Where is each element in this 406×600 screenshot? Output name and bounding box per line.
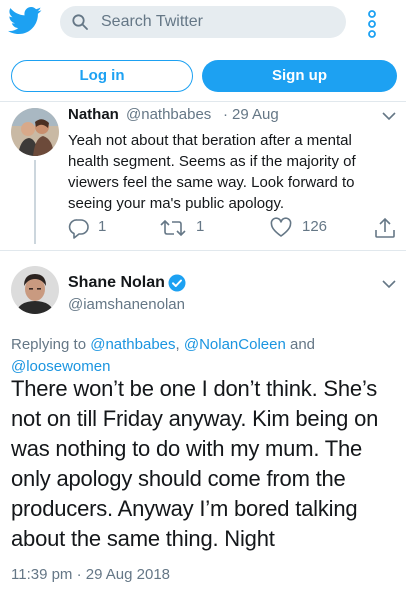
author-name[interactable]: Nathan xyxy=(68,106,119,123)
author-name[interactable]: Shane Nolan xyxy=(68,274,165,292)
search-input[interactable]: Search Twitter xyxy=(60,6,346,38)
thread-line xyxy=(34,160,36,244)
retweet-icon xyxy=(160,219,186,237)
avatar-photo xyxy=(11,108,59,156)
header-divider xyxy=(0,101,406,102)
reply-icon xyxy=(68,219,89,239)
share-icon xyxy=(375,217,395,238)
mention-link[interactable]: @nathbabes xyxy=(90,336,175,353)
signup-button[interactable]: Sign up xyxy=(202,60,397,92)
mention-conjunction: and xyxy=(285,336,316,353)
like-count: 126 xyxy=(302,218,328,235)
search-placeholder: Search Twitter xyxy=(101,13,203,30)
replying-to-label: Replying to xyxy=(11,336,91,353)
chevron-down-icon[interactable] xyxy=(382,112,396,121)
mention-separator: , xyxy=(175,336,184,353)
retweet-count: 1 xyxy=(196,218,205,235)
top-bar: Search Twitter xyxy=(0,0,406,46)
tweet-text: Yeah not about that beration after a men… xyxy=(68,132,356,212)
more-vertical-icon[interactable] xyxy=(364,10,380,38)
mention-link[interactable]: @NolanColeen xyxy=(184,336,286,353)
separator-dot: · xyxy=(223,106,228,123)
author-handle[interactable]: @nathbabes xyxy=(126,106,211,123)
mention-link[interactable]: @loosewomen xyxy=(11,358,110,375)
verified-badge-icon xyxy=(168,274,186,292)
chevron-down-icon[interactable] xyxy=(382,280,396,289)
reply-count: 1 xyxy=(98,218,107,235)
twitter-bird-icon[interactable] xyxy=(8,6,42,36)
avatar[interactable] xyxy=(11,266,59,314)
login-button[interactable]: Log in xyxy=(11,60,193,92)
tweet-date[interactable]: 29 Aug xyxy=(232,106,279,123)
avatar[interactable] xyxy=(11,108,59,156)
tweet-divider xyxy=(0,250,406,251)
tweet-text: There won’t be one I don’t think. She’s … xyxy=(11,376,379,551)
replying-to: Replying to @nathbabes, @NolanColeen and… xyxy=(11,334,391,378)
avatar-photo xyxy=(11,266,59,314)
tweet-timestamp[interactable]: 11:39 pm · 29 Aug 2018 xyxy=(11,566,170,583)
author-handle[interactable]: @iamshanenolan xyxy=(68,296,185,313)
heart-icon xyxy=(270,217,292,237)
search-icon xyxy=(72,14,88,30)
